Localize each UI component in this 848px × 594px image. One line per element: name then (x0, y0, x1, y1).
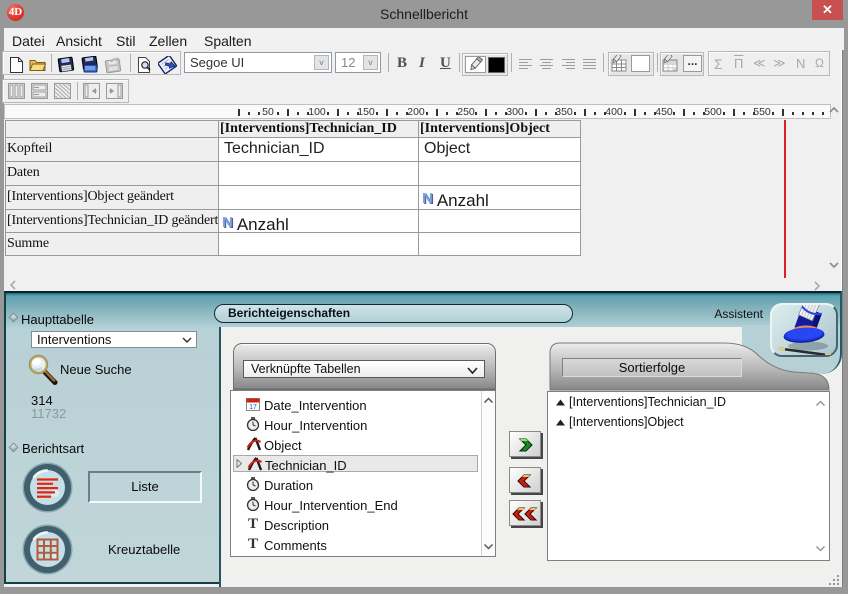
svg-text:17: 17 (249, 404, 257, 411)
